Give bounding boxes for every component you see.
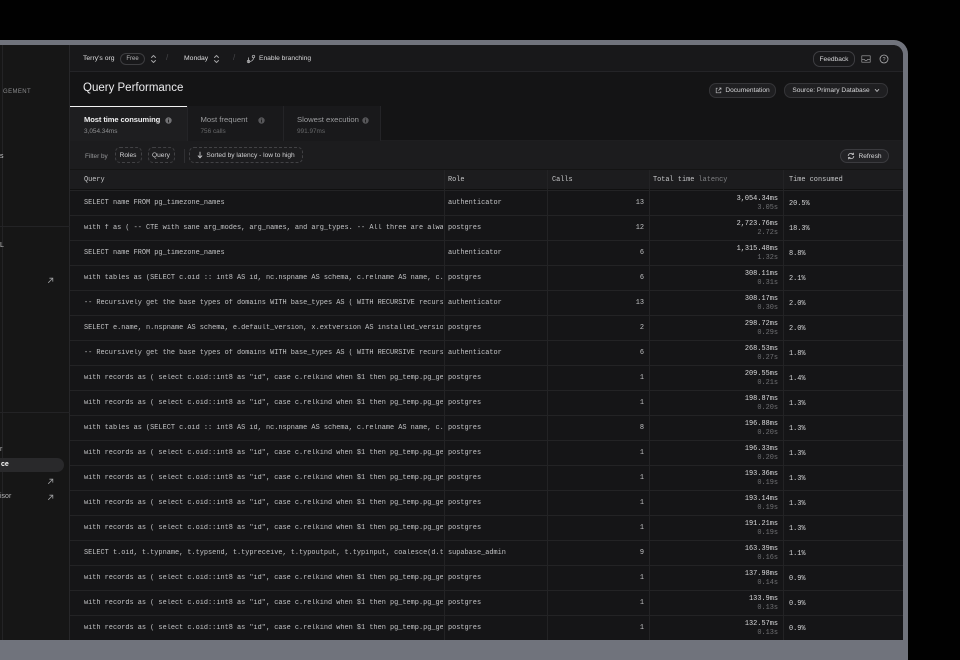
svg-text:?: ?: [882, 57, 885, 63]
